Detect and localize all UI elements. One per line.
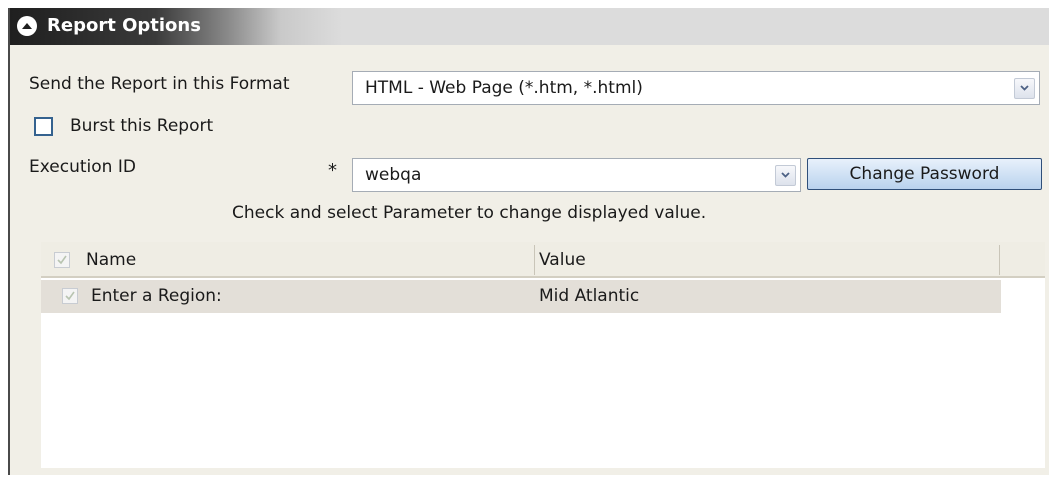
chevron-down-icon — [1020, 85, 1029, 91]
panel-title-bar[interactable]: Report Options — [10, 8, 1049, 45]
grid-header: Name Value — [41, 242, 1045, 278]
select-all-checkbox[interactable] — [54, 252, 70, 268]
format-label: Send the Report in this Format — [29, 74, 290, 94]
chevron-up-circle-icon[interactable] — [17, 16, 37, 36]
column-header-name[interactable]: Name — [86, 250, 136, 270]
execution-id-label: Execution ID — [29, 157, 136, 177]
column-separator[interactable] — [534, 245, 535, 275]
check-icon — [65, 291, 75, 301]
format-select[interactable]: HTML - Web Page (*.htm, *.html) — [352, 71, 1040, 105]
row-name-cell: Enter a Region: — [91, 286, 222, 306]
execution-id-select[interactable]: webqa — [352, 158, 801, 192]
row-checkbox[interactable] — [62, 288, 78, 304]
column-header-value[interactable]: Value — [539, 250, 586, 270]
report-options-panel: Report Options Send the Report in this F… — [8, 8, 1049, 475]
format-dropdown-button[interactable] — [1014, 78, 1035, 99]
burst-label: Burst this Report — [70, 116, 214, 136]
execution-id-dropdown-button[interactable] — [775, 165, 796, 186]
parameter-hint: Check and select Parameter to change dis… — [232, 203, 707, 223]
burst-checkbox[interactable] — [34, 117, 53, 136]
chevron-down-icon — [781, 172, 790, 178]
row-value-cell: Mid Atlantic — [539, 286, 640, 306]
execution-id-value: webqa — [365, 165, 422, 185]
required-marker: * — [328, 160, 337, 181]
panel-title: Report Options — [47, 15, 201, 36]
format-select-value: HTML - Web Page (*.htm, *.html) — [365, 78, 643, 98]
parameter-grid: Name Value Enter a Region: Mid Atlantic — [41, 242, 1045, 468]
check-icon — [57, 255, 67, 265]
change-password-button[interactable]: Change Password — [807, 158, 1042, 190]
table-row[interactable]: Enter a Region: Mid Atlantic — [41, 280, 1001, 313]
column-separator[interactable] — [999, 245, 1000, 275]
